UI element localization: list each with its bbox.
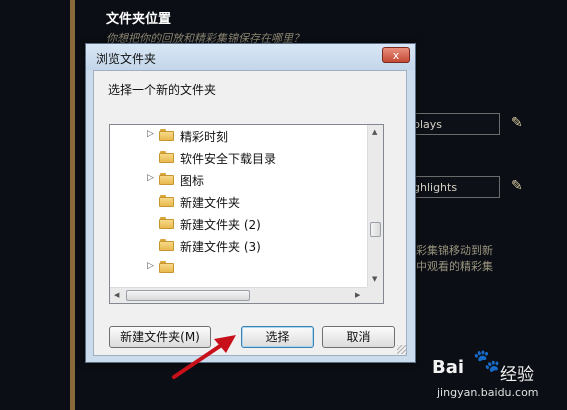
highlights-folder-field[interactable]: ghlights xyxy=(404,176,500,198)
scroll-left-arrow-icon[interactable]: ◀ xyxy=(114,291,119,299)
tree-item[interactable]: 新建文件夹 xyxy=(110,192,368,212)
expand-arrow-icon[interactable]: ▷ xyxy=(147,129,154,139)
folder-icon xyxy=(159,129,174,141)
tree-item-label: 精彩时刻 xyxy=(180,130,229,144)
red-arrow-pointer-icon xyxy=(172,335,236,379)
baidu-logo: Bai xyxy=(432,357,465,378)
scroll-up-arrow-icon[interactable]: ▲ xyxy=(372,128,377,136)
expand-arrow-icon[interactable]: ▷ xyxy=(147,173,154,183)
folder-tree[interactable]: ▷ 精彩时刻 软件安全下载目录 ▷ 图标 新建文件夹 新建文件夹 (2) 新建文… xyxy=(109,124,384,304)
tree-item[interactable]: ▷ 图标 xyxy=(110,170,368,190)
folder-icon xyxy=(159,151,174,163)
baidu-paw-icon: 🐾 xyxy=(473,349,501,374)
folder-icon xyxy=(159,173,174,185)
watermark-brand: 经验 xyxy=(500,365,534,385)
watermark-url: jingyan.baidu.com xyxy=(437,386,539,399)
tree-item[interactable]: 新建文件夹 (2) xyxy=(110,214,368,234)
dialog-prompt: 选择一个新的文件夹 xyxy=(108,83,217,97)
expand-arrow-icon[interactable]: ▷ xyxy=(147,261,154,271)
tree-item-label: 软件安全下载目录 xyxy=(180,152,277,166)
folder-icon xyxy=(159,195,174,207)
description-line: 中观看的精彩集 xyxy=(416,260,493,273)
tree-item[interactable]: ▷ xyxy=(110,258,368,278)
scroll-down-arrow-icon[interactable]: ▼ xyxy=(372,275,377,283)
tree-item[interactable]: ▷ 精彩时刻 xyxy=(110,126,368,146)
dialog-client-area: 选择一个新的文件夹 ▷ 精彩时刻 软件安全下载目录 ▷ 图标 新建文件夹 新建文… xyxy=(93,70,407,356)
horizontal-scrollbar[interactable]: ◀ ▶ xyxy=(110,287,367,303)
folder-icon xyxy=(159,239,174,251)
tree-item-label: 新建文件夹 (2) xyxy=(180,218,261,232)
tree-item[interactable]: 新建文件夹 (3) xyxy=(110,236,368,256)
description-line: 彩集锦移动到新 xyxy=(416,244,493,257)
replays-folder-field[interactable]: plays xyxy=(404,113,500,135)
vertical-scrollbar[interactable]: ▲ ▼ xyxy=(367,125,383,287)
scrollbar-corner xyxy=(367,287,383,303)
resize-grip-icon[interactable] xyxy=(397,345,406,354)
tree-item-label: 新建文件夹 xyxy=(180,196,241,210)
edit-pencil-icon[interactable]: ✎ xyxy=(511,115,523,131)
horizontal-scroll-thumb[interactable] xyxy=(126,290,250,301)
vertical-scroll-thumb[interactable] xyxy=(370,222,381,237)
tree-item-label: 图标 xyxy=(180,174,205,188)
tree-item-label: 新建文件夹 (3) xyxy=(180,240,261,254)
left-accent-stripe xyxy=(70,0,75,410)
folder-icon xyxy=(159,217,174,229)
cancel-button[interactable]: 取消 xyxy=(322,326,395,348)
close-button[interactable]: x xyxy=(382,47,410,63)
folder-icon xyxy=(159,261,174,273)
select-button[interactable]: 选择 xyxy=(241,326,314,348)
scroll-right-arrow-icon[interactable]: ▶ xyxy=(355,291,360,299)
edit-pencil-icon[interactable]: ✎ xyxy=(511,178,523,194)
section-title: 文件夹位置 xyxy=(106,12,172,27)
dialog-title: 浏览文件夹 xyxy=(96,52,157,66)
browse-folder-dialog: 浏览文件夹 x 选择一个新的文件夹 ▷ 精彩时刻 软件安全下载目录 ▷ 图标 新… xyxy=(85,43,416,363)
tree-item[interactable]: 软件安全下载目录 xyxy=(110,148,368,168)
dialog-titlebar[interactable]: 浏览文件夹 x xyxy=(86,44,415,70)
